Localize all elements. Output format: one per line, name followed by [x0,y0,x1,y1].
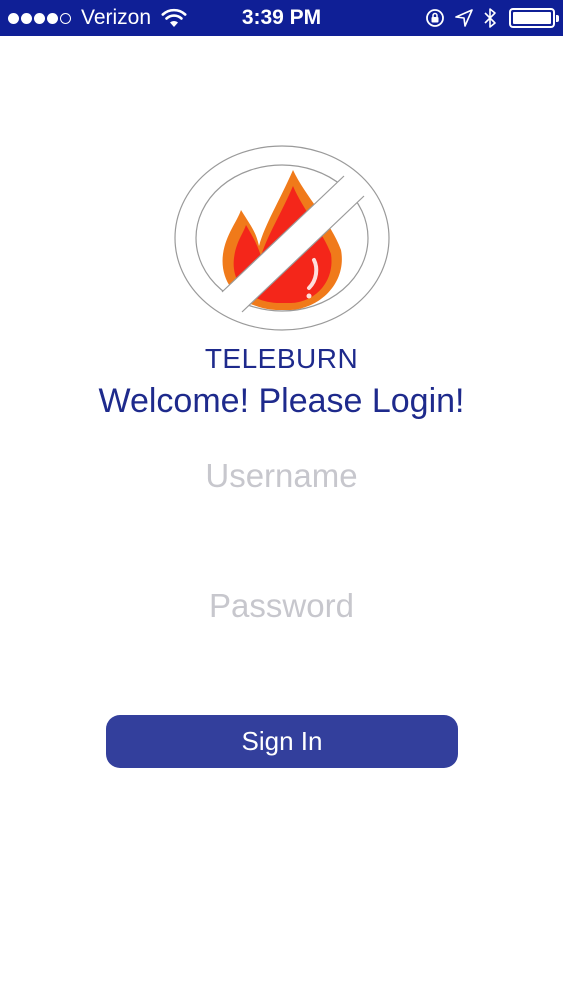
rotation-lock-icon [426,9,444,27]
battery-level [513,12,551,24]
sign-in-button[interactable]: Sign In [106,715,458,768]
bluetooth-icon [484,8,496,28]
status-bar-right [415,0,559,36]
app-name: TELEBURN [204,343,359,374]
login-screen: Verizon 3:39 PM TELEBURN Welcome! Please… [0,0,563,1000]
no-fire-logo-icon [174,145,390,331]
status-bar: Verizon 3:39 PM [0,0,563,36]
location-arrow-icon [455,9,473,27]
password-input[interactable] [60,576,503,636]
welcome-heading: Welcome! Please Login! [98,382,465,420]
username-input[interactable] [60,446,503,506]
battery-icon [509,8,559,28]
